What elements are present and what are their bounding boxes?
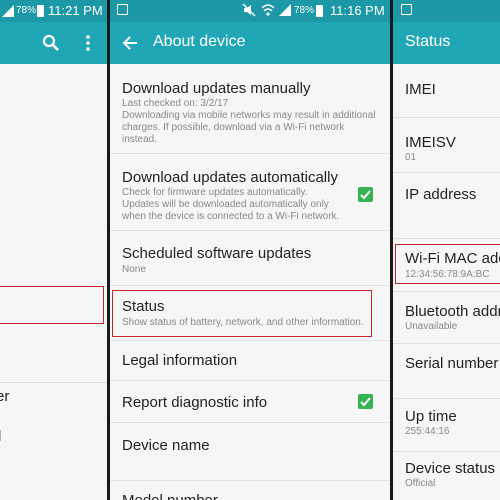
mute-icon (242, 3, 256, 20)
search-icon[interactable] (42, 34, 60, 57)
more-options-icon[interactable] (85, 34, 91, 57)
battery-percent: 78% (16, 5, 37, 16)
item-title: Report diagnostic info (122, 394, 268, 411)
item-title: Up time (405, 408, 457, 425)
list-item[interactable] (0, 382, 107, 412)
image-notification-icon (401, 4, 412, 15)
app-bar: About device (110, 22, 390, 64)
status-bar: 78% 11:16 PM (110, 0, 390, 22)
menu-item-device-name[interactable]: Device name (110, 423, 390, 481)
menu-item-download-automatically[interactable]: Download updates automatically Check for… (110, 154, 390, 231)
highlight-box (112, 290, 372, 337)
item-title: IP address (405, 186, 477, 203)
item-title: Scheduled software updates (122, 245, 312, 262)
menu-item-scheduled-updates[interactable]: Scheduled software updates None (110, 231, 390, 286)
status-item-bluetooth[interactable]: Bluetooth address Unavailable (393, 292, 500, 344)
status-screen: Status IMEI IMEISV 01 IP address Wi-Fi M… (393, 0, 500, 500)
menu-item-model-number[interactable]: Model number (110, 481, 390, 500)
auto-update-checkbox[interactable] (358, 187, 373, 202)
item-title: IMEISV (405, 134, 456, 151)
item-subtitle: Last checked on: 3/2/17 Downloading via … (122, 98, 376, 145)
about-device-screen: 78% 11:16 PM About device Download updat… (110, 0, 390, 500)
checkmark-icon (360, 397, 371, 407)
item-title: Download updates manually (122, 80, 311, 97)
signal-icon (279, 4, 291, 19)
wifi-icon (261, 3, 275, 20)
item-title: IMEI (405, 81, 436, 98)
item-value: Official (405, 478, 436, 489)
item-value: Unavailable (405, 321, 458, 332)
clock: 11:21 PM (48, 3, 103, 18)
signal-icon (2, 5, 14, 20)
left-screen: 78% 11:21 PM er l (0, 0, 107, 500)
back-arrow-icon[interactable] (122, 35, 138, 56)
item-title: Device name (122, 437, 210, 454)
app-bar: Status (393, 22, 500, 64)
clock: 11:16 PM (330, 3, 385, 18)
menu-item-report-diagnostic[interactable]: Report diagnostic info (110, 381, 390, 423)
item-title: Serial number (405, 355, 499, 372)
list-item-label: l (0, 428, 1, 445)
battery-percent: 78% (294, 5, 315, 16)
item-subtitle: Check for firmware updates automatically… (122, 187, 340, 222)
item-value: 01 (405, 152, 417, 163)
battery-icon (37, 5, 44, 17)
page-title: Status (405, 33, 451, 50)
app-bar (0, 22, 107, 64)
item-title: Model number (122, 492, 218, 500)
status-item-device-status[interactable]: Device status Official (393, 452, 500, 500)
status-item-imei[interactable]: IMEI (393, 64, 500, 118)
menu-item-download-manually[interactable]: Download updates manually Last checked o… (110, 64, 390, 154)
highlight-box (0, 286, 104, 324)
checkmark-icon (360, 190, 371, 200)
battery-icon (316, 5, 323, 17)
item-title: Device status (405, 460, 496, 477)
item-title: Bluetooth address (405, 303, 500, 320)
item-title: Download updates automatically (122, 169, 338, 186)
image-notification-icon (117, 4, 128, 15)
list-item-label: er (0, 388, 10, 405)
page-title: About device (153, 33, 246, 50)
status-item-imeisv[interactable]: IMEISV 01 (393, 118, 500, 173)
item-subtitle: None (122, 264, 146, 275)
status-item-serial-number[interactable]: Serial number (393, 344, 500, 399)
status-bar: 78% 11:21 PM (0, 0, 107, 22)
status-bar (393, 0, 500, 22)
item-title: Legal information (122, 352, 238, 369)
menu-item-legal-information[interactable]: Legal information (110, 341, 390, 381)
status-item-ip-address[interactable]: IP address (393, 173, 500, 239)
item-value: 255:44:16 (405, 426, 450, 437)
highlight-box (395, 244, 500, 284)
status-item-up-time[interactable]: Up time 255:44:16 (393, 399, 500, 452)
diagnostic-checkbox[interactable] (358, 394, 373, 409)
